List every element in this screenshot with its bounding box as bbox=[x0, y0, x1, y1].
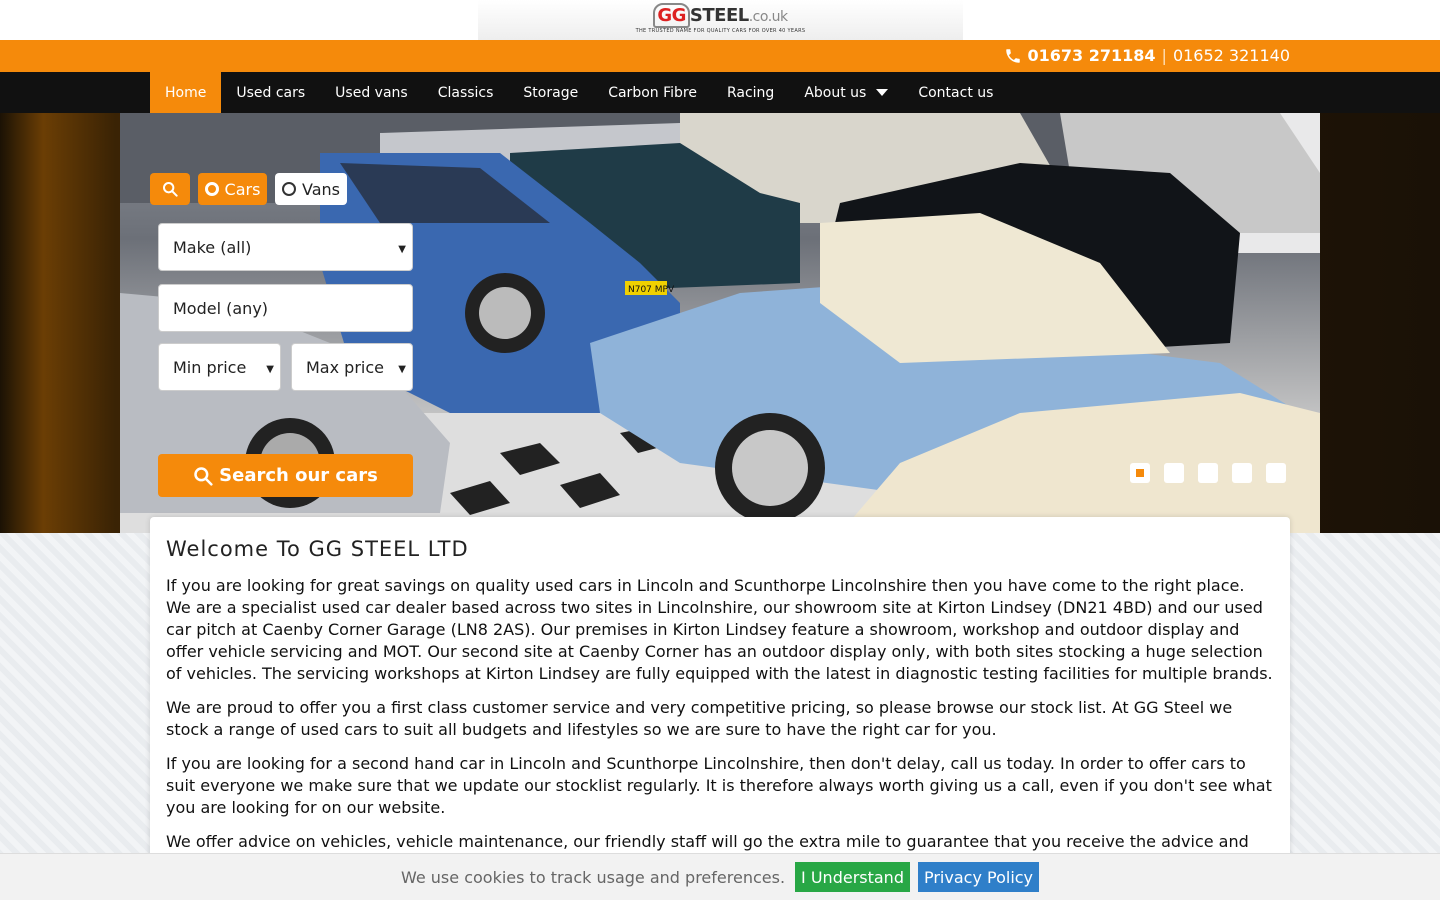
slider-dot-4[interactable] bbox=[1232, 463, 1252, 483]
number-plate-text: N707 MPV bbox=[628, 285, 675, 295]
make-select-value: Make (all) bbox=[173, 237, 252, 257]
nav-item-about-us-label: About us bbox=[804, 84, 867, 101]
search-tabs: Cars Vans bbox=[150, 173, 414, 205]
cars-radio[interactable] bbox=[204, 182, 219, 196]
min-price-value: Min price bbox=[173, 357, 247, 377]
phone-primary-link[interactable]: 01673 271184 bbox=[1028, 46, 1156, 65]
nav-item-home[interactable]: Home bbox=[150, 72, 222, 113]
caret-down-icon bbox=[876, 89, 889, 96]
welcome-card: Welcome To GG STEEL LTD If you are looki… bbox=[150, 517, 1290, 900]
logo-tld: .co.uk bbox=[748, 8, 788, 25]
dropdown-arrow-icon: ▼ bbox=[266, 364, 274, 375]
vans-radio-label: Vans bbox=[302, 179, 340, 199]
cookie-accept-button[interactable]: I Understand bbox=[795, 862, 910, 892]
phone-numbers: 01673 271184 | 01652 321140 bbox=[1004, 46, 1290, 65]
cookie-message: We use cookies to track usage and prefer… bbox=[400, 867, 786, 887]
nav-item-used-vans[interactable]: Used vans bbox=[320, 72, 423, 113]
slider-dot-5[interactable] bbox=[1266, 463, 1286, 483]
search-icon bbox=[194, 466, 213, 486]
phone-icon bbox=[1005, 48, 1020, 63]
header: GG STEEL.co.uk THE TRUSTED NAME FOR QUALI… bbox=[0, 0, 1440, 40]
logo-tagline: THE TRUSTED NAME FOR QUALITY CARS FOR OV… bbox=[635, 27, 806, 34]
site-logo[interactable]: GG STEEL.co.uk THE TRUSTED NAME FOR QUALI… bbox=[478, 0, 963, 40]
model-input-placeholder: Model (any) bbox=[173, 298, 269, 318]
phone-separator: | bbox=[1161, 46, 1167, 65]
dropdown-arrow-icon: ▼ bbox=[398, 364, 406, 375]
max-price-value: Max price bbox=[306, 357, 384, 377]
cars-radio-tab[interactable]: Cars bbox=[198, 173, 267, 205]
max-price-select[interactable]: Max price ▼ bbox=[291, 343, 413, 391]
welcome-paragraph: If you are looking for a second hand car… bbox=[166, 754, 1272, 817]
nav-item-carbon-fibre[interactable]: Carbon Fibre bbox=[593, 72, 712, 113]
contact-bar: 01673 271184 | 01652 321140 bbox=[0, 40, 1440, 72]
logo-wordmark: GG STEEL.co.uk bbox=[653, 2, 788, 28]
hero-slider: N707 MPV Cars Vans Make (all) ▼ Model (a… bbox=[0, 113, 1440, 533]
search-toggle-button[interactable] bbox=[150, 173, 190, 205]
make-select[interactable]: Make (all) ▼ bbox=[158, 223, 413, 271]
slider-dot-2[interactable] bbox=[1164, 463, 1184, 483]
welcome-paragraph: We are proud to offer you a first class … bbox=[166, 698, 1233, 739]
slider-dot-1[interactable] bbox=[1130, 463, 1150, 483]
model-input[interactable]: Model (any) bbox=[158, 284, 413, 332]
dropdown-arrow-icon: ▼ bbox=[398, 244, 406, 255]
cars-radio-label: Cars bbox=[224, 179, 261, 199]
slider-dot-3[interactable] bbox=[1198, 463, 1218, 483]
nav-item-classics[interactable]: Classics bbox=[423, 72, 509, 113]
nav-item-contact-us[interactable]: Contact us bbox=[903, 72, 1008, 113]
nav-item-racing[interactable]: Racing bbox=[712, 72, 789, 113]
logo-gg: GG bbox=[653, 2, 690, 28]
nav-item-about-us[interactable]: About us bbox=[789, 72, 903, 113]
nav-item-used-cars[interactable]: Used cars bbox=[221, 72, 320, 113]
search-cars-button-label: Search our cars bbox=[219, 465, 378, 486]
vans-radio-tab[interactable]: Vans bbox=[275, 173, 347, 205]
vehicle-search-panel: Cars Vans Make (all) ▼ Model (any) Min p… bbox=[150, 173, 414, 497]
search-icon bbox=[163, 182, 178, 197]
search-cars-button[interactable]: Search our cars bbox=[158, 454, 413, 497]
page-title: Welcome To GG STEEL LTD bbox=[166, 537, 469, 561]
phone-secondary-link[interactable]: 01652 321140 bbox=[1173, 46, 1290, 65]
cookie-consent-bar: We use cookies to track usage and prefer… bbox=[0, 853, 1440, 900]
main-nav: Home Used cars Used vans Classics Storag… bbox=[0, 72, 1440, 113]
nav-item-storage[interactable]: Storage bbox=[508, 72, 593, 113]
welcome-paragraph: If you are looking for great savings on … bbox=[166, 576, 1273, 683]
nav-list: Home Used cars Used vans Classics Storag… bbox=[150, 72, 1008, 113]
min-price-select[interactable]: Min price ▼ bbox=[158, 343, 281, 391]
privacy-policy-button[interactable]: Privacy Policy bbox=[917, 862, 1040, 892]
vans-radio[interactable] bbox=[282, 182, 296, 196]
slider-pagination bbox=[1130, 463, 1286, 483]
logo-steel: STEEL bbox=[689, 4, 749, 26]
